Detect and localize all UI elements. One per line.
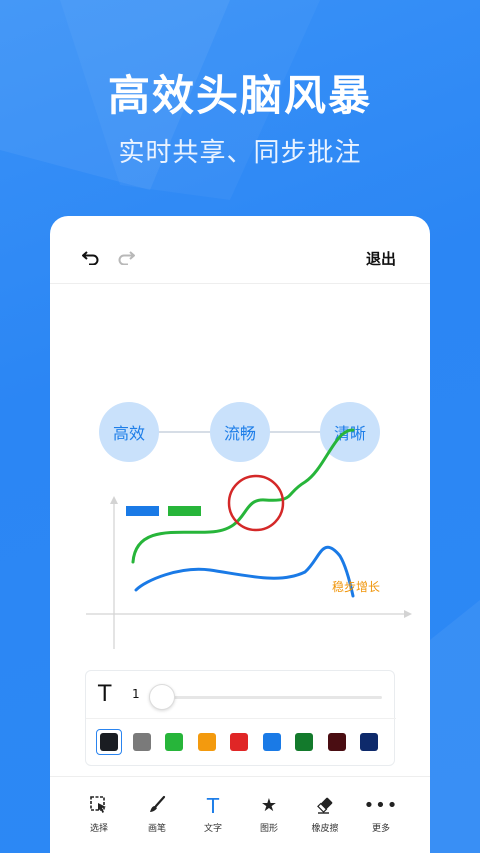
- drawing-canvas[interactable]: 高效 流畅 清晰 稳步增长: [50, 284, 430, 664]
- tool-eraser[interactable]: 橡皮擦: [300, 795, 350, 834]
- color-palette: [96, 729, 386, 757]
- green-stroke: [131, 428, 355, 564]
- x-axis-arrow: [404, 610, 412, 618]
- redo-icon[interactable]: [115, 246, 137, 268]
- tool-label: 画笔: [147, 824, 166, 834]
- color-swatch[interactable]: [295, 733, 313, 751]
- legend-swatch-blue: [126, 506, 159, 516]
- panel-divider: [86, 718, 396, 719]
- legend-swatch-green: [168, 506, 201, 516]
- eraser-icon: [300, 795, 350, 817]
- y-axis-arrow: [110, 496, 118, 504]
- tool-label: 选择: [89, 824, 108, 834]
- whiteboard-topbar: 退出: [50, 216, 430, 284]
- tool-text[interactable]: T 文字: [188, 795, 238, 834]
- tool-label: 图形: [259, 824, 278, 834]
- undo-icon[interactable]: [80, 246, 102, 268]
- color-swatch[interactable]: [197, 733, 216, 751]
- color-swatch[interactable]: [262, 733, 281, 751]
- text-tool-panel: T 1: [85, 670, 396, 766]
- shape-star-icon: ★: [260, 795, 278, 816]
- color-swatch[interactable]: [132, 733, 151, 751]
- select-icon: [74, 795, 124, 817]
- size-value: 1: [132, 687, 140, 701]
- blue-stroke: [134, 545, 355, 598]
- tool-label: 文字: [203, 824, 222, 834]
- tool-label: 橡皮擦: [311, 824, 339, 834]
- color-swatch[interactable]: [230, 733, 248, 751]
- size-slider-thumb[interactable]: [149, 684, 175, 710]
- color-swatch[interactable]: [327, 733, 346, 751]
- color-swatch[interactable]: [165, 733, 183, 751]
- size-slider-track[interactable]: [156, 696, 382, 699]
- tool-brush[interactable]: 画笔: [132, 795, 182, 834]
- whiteboard-card: 退出 高效 流畅 清晰 稳步增长 T 1 选择 画笔 T 文字 ★ 图形 橡皮擦…: [50, 216, 430, 853]
- tool-label: 更多: [371, 824, 390, 834]
- highlight-circle: [227, 474, 285, 532]
- color-swatch[interactable]: [360, 733, 378, 751]
- tool-shape[interactable]: ★ 图形: [244, 795, 294, 834]
- more-icon: •••: [363, 795, 399, 816]
- exit-button[interactable]: 退出: [366, 248, 396, 269]
- brush-icon: [132, 795, 182, 817]
- bottom-toolbar: 选择 画笔 T 文字 ★ 图形 橡皮擦 ••• 更多: [50, 776, 430, 853]
- headline: 高效头脑风暴: [107, 71, 372, 120]
- hand-drawn-chart: [86, 428, 412, 649]
- tool-select[interactable]: 选择: [74, 795, 124, 834]
- tool-more[interactable]: ••• 更多: [356, 795, 406, 834]
- text-icon: T: [206, 794, 220, 818]
- subheadline: 实时共享、同步批注: [118, 138, 362, 168]
- text-icon: T: [98, 682, 112, 707]
- color-swatch[interactable]: [100, 733, 118, 751]
- annotation-text: 稳步增长: [332, 580, 381, 594]
